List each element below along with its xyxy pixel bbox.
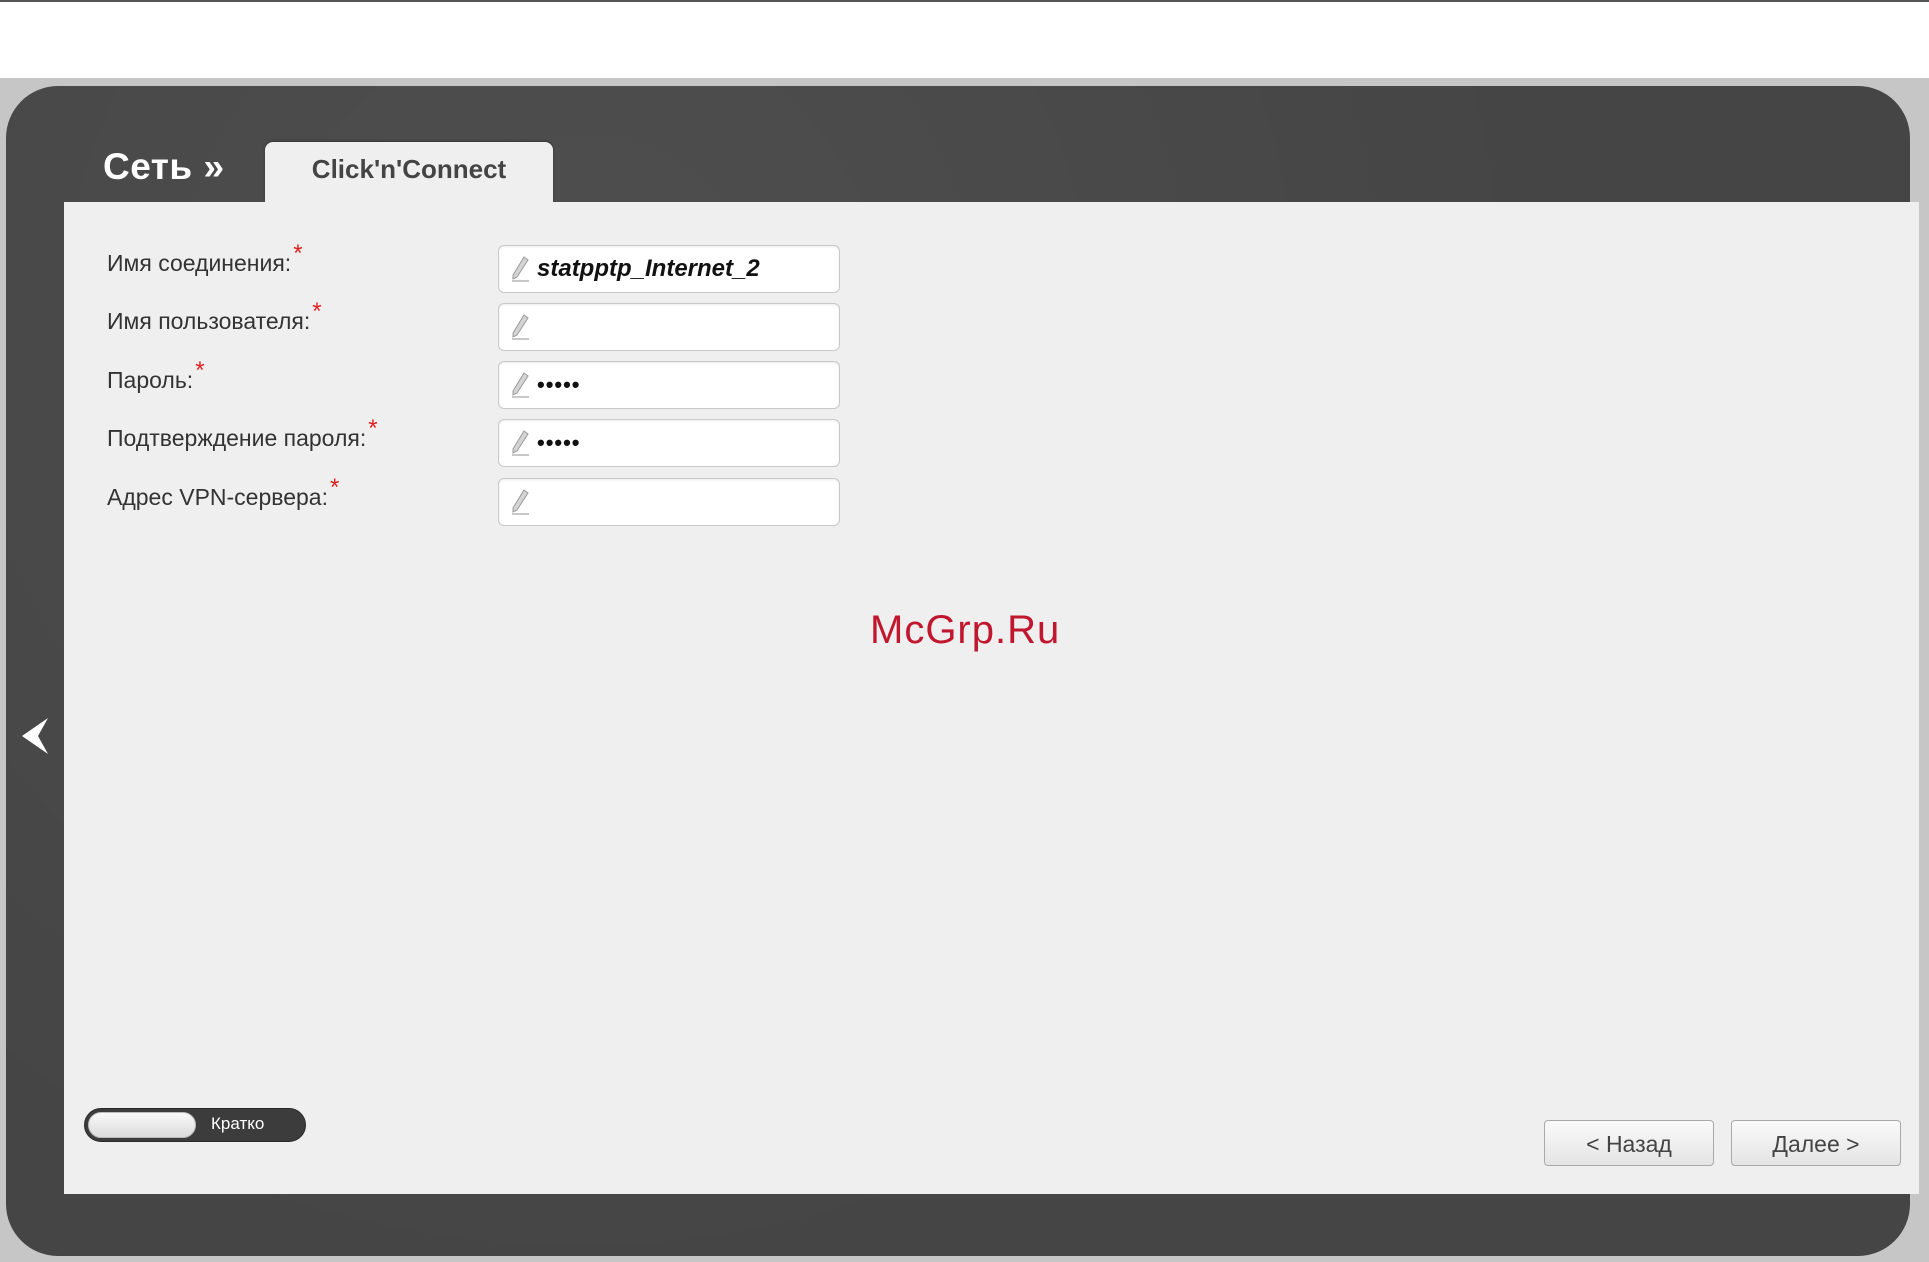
password-confirm-input[interactable]: ••••• [498, 419, 840, 467]
pencil-icon [512, 430, 529, 456]
pencil-icon [512, 489, 529, 515]
required-mark: * [293, 240, 303, 267]
pencil-icon [512, 314, 529, 340]
password-confirm-label: Подтверждение пароля:* [107, 415, 378, 451]
connection-name-label: Имя соединения:* [107, 240, 303, 276]
watermark: McGrp.Ru [870, 608, 1061, 652]
pencil-icon [512, 372, 529, 398]
required-mark: * [368, 415, 378, 442]
vpn-server-input[interactable] [498, 478, 840, 526]
tab-clicknconnect[interactable]: Click'n'Connect [265, 142, 553, 204]
chevron-left-icon[interactable] [18, 716, 52, 756]
required-mark: * [330, 474, 340, 501]
required-mark: * [312, 298, 322, 325]
toggle-label: Кратко [211, 1114, 265, 1133]
username-input[interactable] [498, 303, 840, 351]
section-title: Сеть » [103, 146, 225, 187]
view-mode-toggle[interactable]: Кратко [84, 1108, 306, 1142]
content-area [64, 202, 1919, 1194]
top-rule [0, 0, 1929, 2]
required-mark: * [195, 357, 205, 384]
vpn-server-label: Адрес VPN-сервера:* [107, 474, 340, 510]
connection-name-input[interactable]: statpptp_Internet_2 [498, 245, 840, 293]
password-label: Пароль:* [107, 357, 205, 393]
password-value: ••••• [537, 372, 581, 397]
pencil-icon [512, 256, 529, 282]
username-label: Имя пользователя:* [107, 298, 322, 334]
password-input[interactable]: ••••• [498, 361, 840, 409]
tab-label: Click'n'Connect [311, 154, 507, 184]
toggle-knob[interactable] [88, 1112, 196, 1138]
connection-name-value: statpptp_Internet_2 [537, 255, 760, 282]
next-button[interactable]: Далее > [1731, 1120, 1901, 1166]
password-confirm-value: ••••• [537, 430, 581, 455]
back-button[interactable]: < Назад [1544, 1120, 1714, 1166]
